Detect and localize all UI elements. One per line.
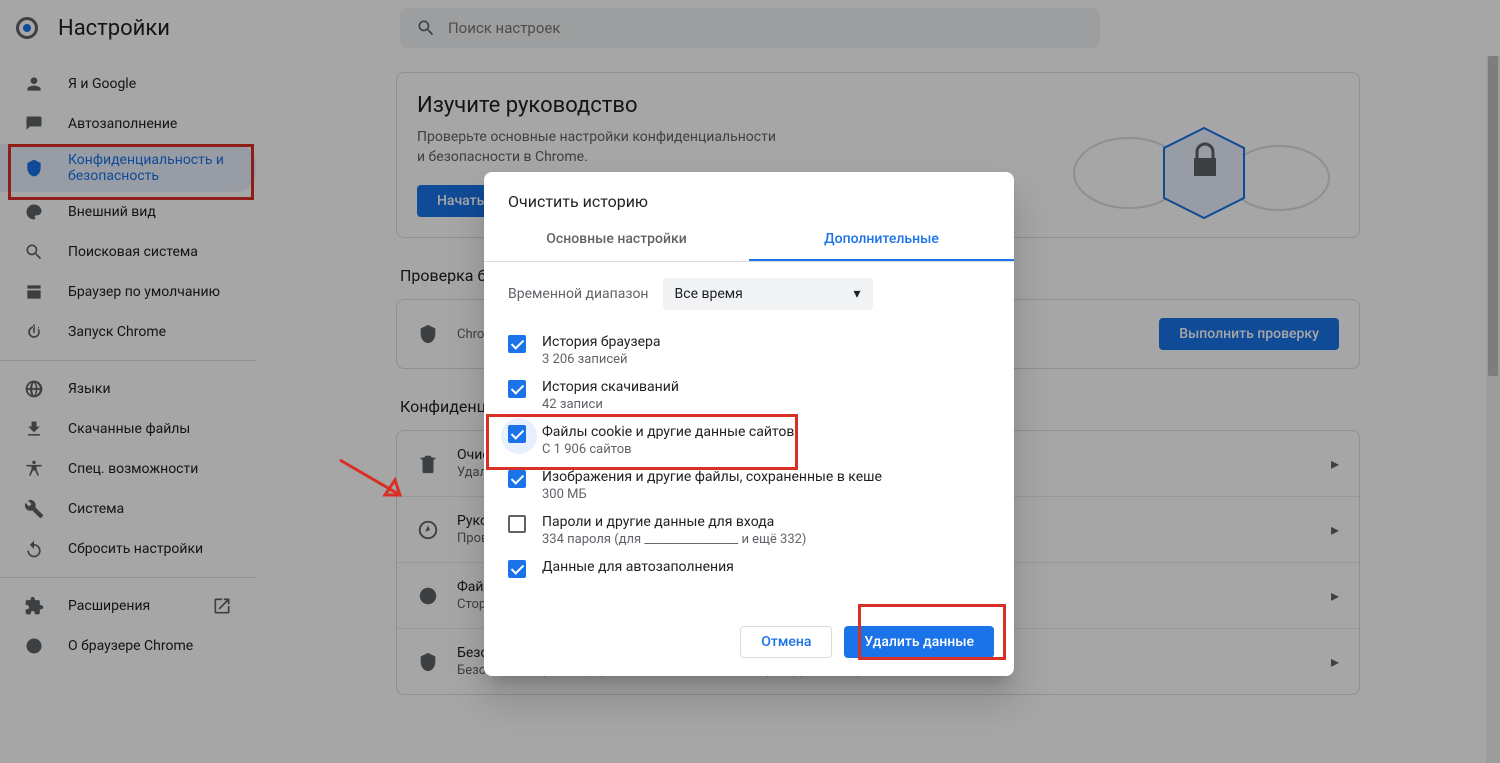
delete-data-button[interactable]: Удалить данные xyxy=(844,626,994,658)
checkbox[interactable] xyxy=(508,560,526,578)
option-sub: С 1 906 сайтов xyxy=(542,442,794,457)
option-sub: 42 записи xyxy=(542,397,679,412)
select-value: Все время xyxy=(675,286,743,302)
option-autofill[interactable]: Данные для автозаполнения xyxy=(508,553,990,584)
option-title: Файлы cookie и другие данные сайтов xyxy=(542,424,794,440)
option-title: Пароли и другие данные для входа xyxy=(542,514,806,530)
dialog-tabs: Основные настройки Дополнительные xyxy=(484,219,1014,262)
checkbox[interactable] xyxy=(508,380,526,398)
dialog-body: Временной диапазон Все время ▾ История бр… xyxy=(484,262,1014,612)
checkbox[interactable] xyxy=(508,425,526,443)
clear-history-dialog: Очистить историю Основные настройки Допо… xyxy=(484,172,1014,676)
option-download-history[interactable]: История скачиваний 42 записи xyxy=(508,373,990,418)
option-sub: 3 206 записей xyxy=(542,352,660,367)
option-cached-images[interactable]: Изображения и другие файлы, сохраненные … xyxy=(508,463,990,508)
annotation-arrow xyxy=(335,455,425,515)
cancel-button[interactable]: Отмена xyxy=(740,626,832,658)
time-range-select[interactable]: Все время ▾ xyxy=(663,278,873,310)
checkbox[interactable] xyxy=(508,470,526,488)
checkbox[interactable] xyxy=(508,515,526,533)
option-title: Изображения и другие файлы, сохраненные … xyxy=(542,469,882,485)
option-title: История браузера xyxy=(542,334,660,350)
dialog-title: Очистить историю xyxy=(484,172,1014,219)
option-sub: 334 пароля (для ________________ и ещё 3… xyxy=(542,532,806,547)
option-browser-history[interactable]: История браузера 3 206 записей xyxy=(508,328,990,373)
tab-advanced[interactable]: Дополнительные xyxy=(749,219,1014,261)
option-cookies[interactable]: Файлы cookie и другие данные сайтов С 1 9… xyxy=(508,418,990,463)
option-passwords[interactable]: Пароли и другие данные для входа 334 паро… xyxy=(508,508,990,553)
time-range-label: Временной диапазон xyxy=(508,286,649,302)
dialog-footer: Отмена Удалить данные xyxy=(484,612,1014,676)
tab-basic[interactable]: Основные настройки xyxy=(484,219,749,261)
chevron-down-icon: ▾ xyxy=(853,286,860,302)
option-title: История скачиваний xyxy=(542,379,679,395)
option-title: Данные для автозаполнения xyxy=(542,559,734,575)
option-sub: 300 МБ xyxy=(542,487,882,502)
checkbox[interactable] xyxy=(508,335,526,353)
